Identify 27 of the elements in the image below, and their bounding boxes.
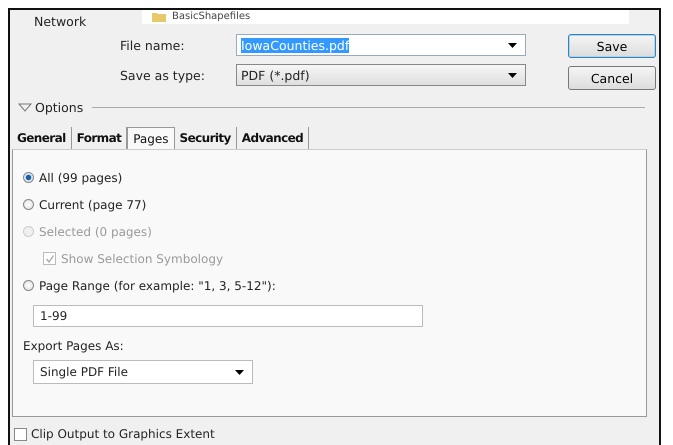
radio-label: Page Range (for example: "1, 3, 5-12"): (39, 278, 276, 292)
export-label: Export Pages As: (23, 339, 125, 353)
checkbox[interactable] (14, 428, 27, 440)
nav-item[interactable]: Network (34, 14, 86, 29)
field-label: Save as type: (120, 68, 206, 82)
save-button[interactable]: Save (568, 34, 656, 58)
export-dropdown[interactable]: Single PDF File (33, 360, 253, 384)
folder-icon (152, 12, 166, 22)
radio-button[interactable] (23, 280, 34, 291)
expander-icon[interactable] (18, 103, 32, 112)
radio-label: All (99 pages) (39, 170, 122, 184)
caret-icon (235, 370, 244, 374)
checkbox-label: Show Selection Symbology (61, 252, 224, 266)
tab[interactable]: Pages (127, 127, 175, 149)
radio-button[interactable] (23, 172, 34, 183)
radio-label: Current (page 77) (39, 198, 146, 212)
field-label: File name: (120, 38, 186, 52)
cancel-button[interactable]: Cancel (568, 66, 656, 90)
type-dropdown[interactable]: PDF (*.pdf) (236, 64, 526, 86)
options-label[interactable]: Options (35, 100, 84, 115)
caret-icon (508, 72, 517, 78)
caret-icon (508, 42, 517, 48)
radio-button[interactable] (23, 199, 34, 210)
checkbox-label: Clip Output to Graphics Extent (31, 427, 215, 441)
page-range-field[interactable]: 1-99 (33, 305, 423, 327)
radio-label: Selected (0 pages) (39, 224, 152, 238)
file-list-item[interactable]: BasicShapefiles (172, 11, 250, 23)
